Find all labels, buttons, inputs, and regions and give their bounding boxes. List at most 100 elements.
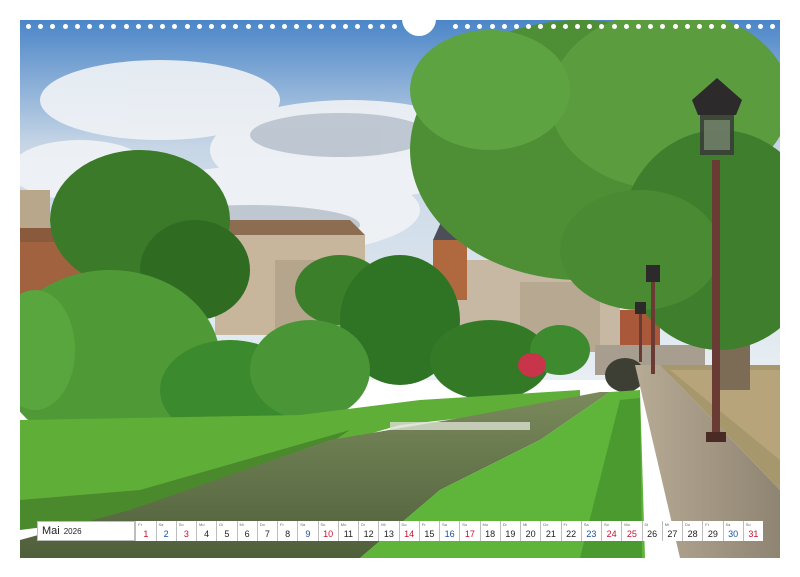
day-number: 23 [586, 529, 597, 539]
day-cell: Mi 6 [236, 521, 257, 541]
day-cell: Sa 16 [439, 521, 460, 541]
weekday-label: Di [219, 522, 224, 527]
day-cell: Mo 4 [196, 521, 217, 541]
binding-hole [318, 24, 324, 29]
day-cell: Di 5 [216, 521, 237, 541]
weekday-label: Fr [138, 522, 143, 527]
binding-hole [709, 24, 715, 29]
binding-hole [672, 24, 678, 29]
day-cell: Do 21 [540, 521, 561, 541]
binding-hole [74, 24, 80, 29]
binding-hole [379, 24, 385, 29]
day-cell: Do 7 [256, 521, 277, 541]
binding-hole [209, 24, 214, 29]
binding-hole [245, 24, 251, 29]
weekday-label: Sa [158, 522, 164, 527]
binding-hole [648, 24, 654, 29]
binding-hole [489, 24, 495, 29]
day-number: 28 [687, 529, 698, 539]
binding-hole [38, 24, 44, 29]
binding-hole [26, 24, 31, 29]
binding-hole [758, 24, 763, 29]
weekday-label: Di [644, 522, 649, 527]
day-cell: Sa 23 [580, 521, 601, 541]
weekday-label: Fr [280, 522, 284, 527]
binding-hole [343, 24, 349, 29]
day-number: 27 [667, 529, 678, 539]
river-town-illustration [20, 20, 780, 558]
weekday-label: Mi [239, 522, 244, 527]
binding-hole [306, 24, 312, 29]
weekday-label: So [178, 522, 184, 527]
spiral-binding [20, 18, 780, 36]
day-number: 26 [647, 529, 658, 539]
day-number: 6 [244, 529, 250, 539]
weekday-label: Mi [523, 522, 528, 527]
day-cell: Sa 2 [155, 521, 176, 541]
day-cell: Di 26 [641, 521, 662, 541]
binding-hole [184, 24, 190, 29]
binding-hole [87, 24, 92, 29]
day-cell: So 17 [459, 521, 480, 541]
binding-hole [770, 24, 776, 29]
binding-hole [733, 24, 739, 29]
binding-hole [331, 24, 336, 29]
binding-hole [392, 24, 397, 29]
day-number: 24 [606, 529, 617, 539]
day-number: 15 [424, 529, 435, 539]
weekday-label: Do [685, 522, 691, 527]
weekday-label: Mo [340, 522, 347, 527]
binding-hole [99, 24, 105, 29]
month-label: Mai 2026 [37, 521, 136, 541]
weekday-label: Sa [442, 522, 447, 527]
binding-hole [160, 24, 166, 29]
day-number: 22 [566, 529, 577, 539]
binding-hole [477, 24, 483, 29]
day-number: 4 [204, 529, 210, 539]
weekday-label: Fr [705, 522, 710, 527]
day-number: 9 [305, 529, 311, 539]
binding-hole [623, 24, 629, 29]
weekday-label: Do [401, 522, 407, 527]
weekday-label: Do [543, 522, 549, 527]
binding-hole [587, 24, 593, 29]
day-cell: Sa 30 [722, 521, 743, 541]
day-cell: Fr 15 [418, 521, 439, 541]
day-number: 5 [224, 529, 230, 539]
binding-hole [257, 24, 263, 29]
weekday-label: Mo [624, 522, 630, 527]
binding-hole [745, 24, 751, 29]
day-cells: Fr 1 Sa 2 So 3 Mo 4 Di 5 Mi 6 Do 7 Fr 8 Sa 9 So 10 Mo 11 Di 12 M… [135, 521, 763, 541]
weekday-label: So [604, 522, 609, 527]
calendar-strip: Mai 2026 Fr 1 Sa 2 So 3 Mo 4 Di 5 Mi 6 Do 7 Fr 8 Sa 9 So 10… [37, 521, 763, 541]
binding-hole [196, 24, 202, 29]
binding-hole [148, 24, 153, 29]
day-number: 19 [505, 529, 516, 539]
binding-hole [538, 24, 544, 29]
weekday-label: Fr [563, 522, 568, 527]
day-number: 1 [143, 529, 149, 539]
weekday-label: Sa [725, 522, 731, 527]
day-number: 11 [343, 529, 354, 539]
binding-hole [562, 24, 568, 29]
binding-hole [465, 24, 471, 29]
binding-hole [611, 24, 617, 29]
day-cell: Mo 11 [337, 521, 358, 541]
weekday-label: Fr [421, 522, 426, 527]
day-cell: Di 12 [358, 521, 379, 541]
binding-hole [355, 24, 361, 29]
weekday-label: Di [361, 522, 365, 527]
weekday-label: Sa [583, 522, 589, 527]
binding-hole [501, 24, 507, 29]
day-number: 25 [626, 529, 637, 539]
binding-hole [123, 24, 129, 29]
day-cell: Do 14 [398, 521, 419, 541]
binding-hole [111, 24, 117, 29]
day-cell: Mo 25 [621, 521, 642, 541]
hanger-cutout [402, 18, 436, 36]
weekday-label: Mi [664, 522, 669, 527]
weekday-label: Di [502, 522, 507, 527]
binding-hole [135, 24, 141, 29]
binding-hole [660, 24, 666, 29]
day-cell: Fr 29 [702, 521, 723, 541]
